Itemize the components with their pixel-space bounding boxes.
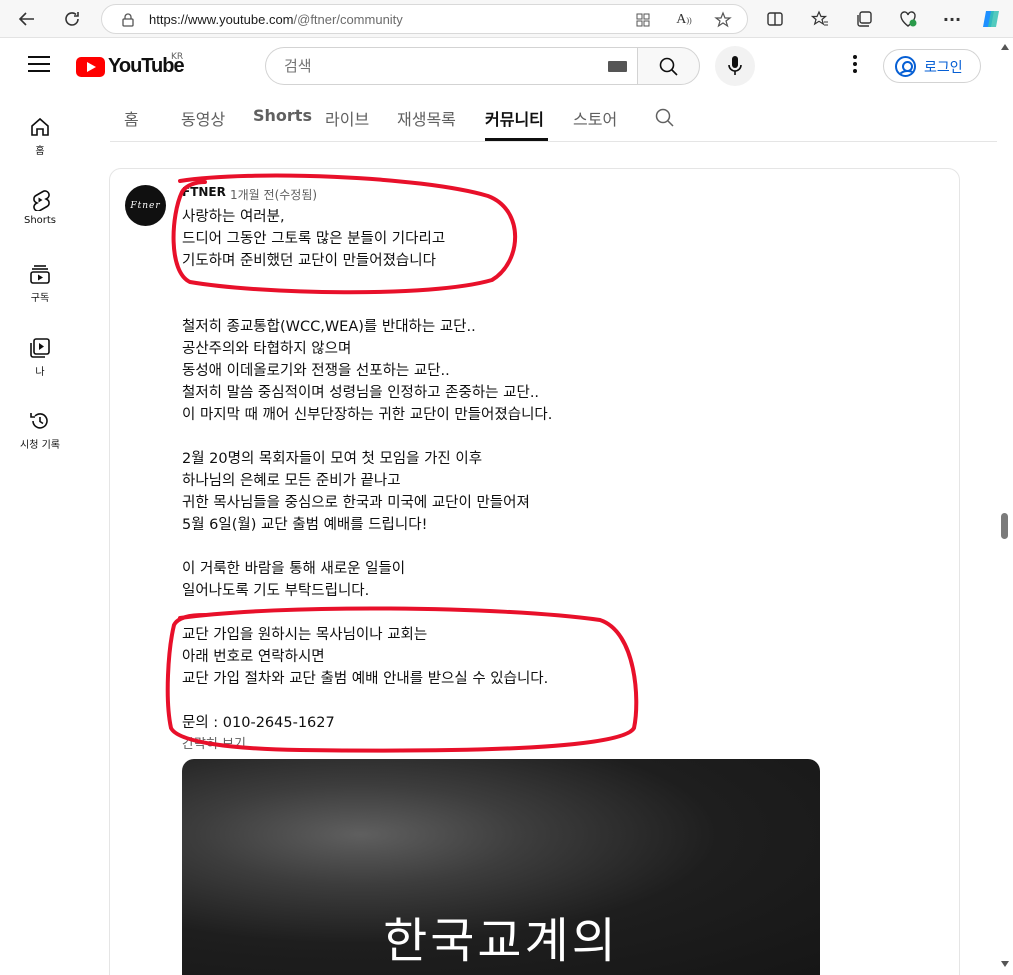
- keyboard-icon[interactable]: [608, 61, 627, 72]
- page-scrollbar[interactable]: [997, 38, 1013, 975]
- guide-label: 홈: [35, 146, 45, 157]
- guide-label: 나: [35, 367, 45, 378]
- post-image[interactable]: 한국교계의: [182, 759, 820, 975]
- account-icon: [895, 56, 916, 77]
- search-icon: [659, 57, 678, 76]
- favorites-icon[interactable]: [808, 7, 832, 31]
- settings-more-icon[interactable]: [845, 54, 865, 76]
- read-aloud-icon[interactable]: A)): [672, 8, 696, 32]
- guide-item-shorts[interactable]: Shorts: [0, 189, 80, 226]
- guide-label: 구독: [30, 293, 50, 304]
- login-label: 로그인: [924, 60, 963, 76]
- address-bar[interactable]: https://www.youtube.com/@ftner/community…: [101, 4, 748, 34]
- microphone-icon: [728, 56, 742, 75]
- scroll-down-arrow-icon[interactable]: [1001, 961, 1009, 967]
- youtube-logo[interactable]: YouTube: [76, 55, 185, 78]
- tab-live[interactable]: 라이브: [325, 106, 369, 130]
- tab-playlists[interactable]: 재생목록: [397, 106, 456, 130]
- channel-search-icon[interactable]: [655, 108, 675, 128]
- browser-essentials-icon[interactable]: [896, 7, 920, 31]
- region-code: KR: [171, 52, 184, 62]
- collections-icon[interactable]: [852, 7, 876, 31]
- lock-icon[interactable]: [116, 8, 140, 32]
- shorts-icon: [33, 190, 50, 211]
- split-screen-icon[interactable]: [763, 7, 787, 31]
- home-icon: [31, 117, 49, 136]
- tab-home[interactable]: 홈: [124, 106, 139, 130]
- post-author[interactable]: FTNER: [182, 185, 226, 199]
- channel-avatar[interactable]: Ftner: [125, 185, 166, 226]
- scrollbar-thumb[interactable]: [1001, 513, 1008, 539]
- url-path: /@ftner/community: [293, 12, 403, 27]
- browser-toolbar: https://www.youtube.com/@ftner/community…: [0, 0, 1013, 38]
- tab-videos[interactable]: 동영상: [181, 106, 225, 130]
- guide-label: Shorts: [23, 215, 57, 226]
- voice-search-button[interactable]: [715, 46, 755, 86]
- youtube-play-icon: [76, 56, 105, 77]
- guide-item-home[interactable]: 홈: [0, 116, 80, 157]
- scroll-up-arrow-icon[interactable]: [1001, 44, 1009, 50]
- post-timestamp[interactable]: 1개월 전(수정됨): [230, 186, 317, 203]
- guide-item-history[interactable]: 시청 기록: [0, 410, 80, 451]
- search-box[interactable]: [265, 47, 638, 85]
- tab-shorts[interactable]: Shorts: [253, 106, 312, 125]
- url-text[interactable]: https://www.youtube.com/@ftner/community: [149, 12, 403, 27]
- apps-icon[interactable]: [631, 8, 655, 32]
- tab-community[interactable]: 커뮤니티: [485, 106, 544, 130]
- search-input[interactable]: [284, 57, 584, 75]
- search-button[interactable]: [637, 47, 700, 85]
- subscriptions-icon: [30, 265, 50, 284]
- guide-item-you[interactable]: 나: [0, 337, 80, 378]
- menu-hamburger-icon[interactable]: [28, 56, 50, 74]
- tab-store[interactable]: 스토어: [573, 106, 617, 130]
- image-caption-text: 한국교계의: [383, 913, 619, 969]
- tabs-divider: [110, 141, 997, 142]
- you-icon: [30, 338, 50, 358]
- youtube-header: YouTube KR 로그인: [0, 38, 1000, 94]
- login-button[interactable]: 로그인: [883, 49, 981, 83]
- post-body-text: 사랑하는 여러분, 드디어 그동안 그토록 많은 분들이 기다리고 기도하며 준…: [182, 209, 553, 731]
- show-less-link[interactable]: 간략히 보기: [182, 733, 246, 752]
- url-host: https://www.youtube.com: [149, 12, 294, 27]
- more-menu-icon[interactable]: ···: [940, 7, 964, 31]
- back-icon[interactable]: [15, 7, 39, 31]
- refresh-icon[interactable]: [60, 7, 84, 31]
- guide-item-subscriptions[interactable]: 구독: [0, 263, 80, 304]
- copilot-icon[interactable]: [980, 7, 1004, 31]
- history-icon: [30, 413, 48, 429]
- guide-label: 시청 기록: [20, 440, 60, 451]
- favorite-star-icon[interactable]: [711, 8, 735, 32]
